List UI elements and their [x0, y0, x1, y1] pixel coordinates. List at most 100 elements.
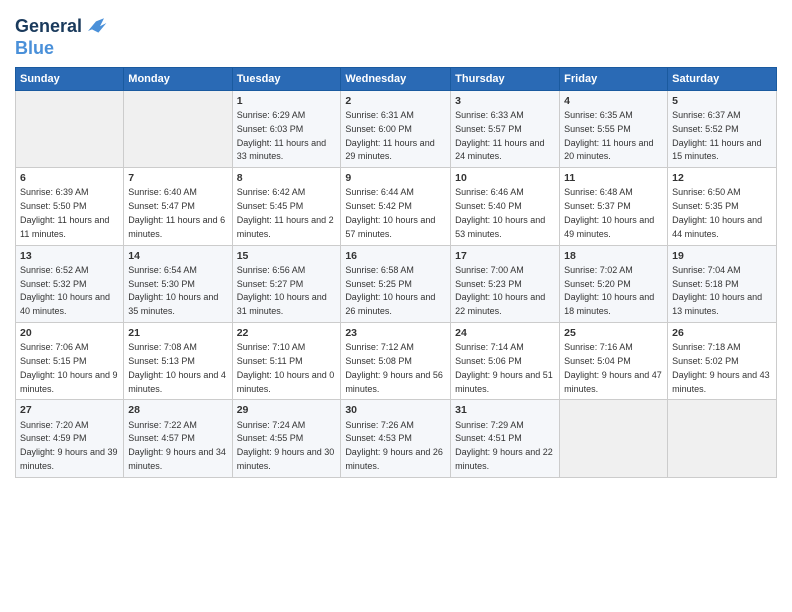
- day-number: 9: [345, 171, 446, 185]
- calendar-cell: 24Sunrise: 7:14 AM Sunset: 5:06 PM Dayli…: [451, 323, 560, 400]
- day-number: 20: [20, 326, 119, 340]
- day-detail: Sunrise: 6:37 AM Sunset: 5:52 PM Dayligh…: [672, 110, 761, 161]
- calendar-cell: 18 Sunrise: 7:02 AM Sunset: 5:20 PM Dayli…: [560, 245, 668, 322]
- calendar-cell: 12 Sunrise: 6:50 AM Sunset: 5:35 PM Dayli…: [668, 168, 777, 245]
- day-number: 17: [455, 249, 555, 263]
- day-number: 15: [237, 249, 337, 263]
- calendar-cell: 28Sunrise: 7:22 AM Sunset: 4:57 PM Dayli…: [124, 400, 232, 477]
- logo-text: General: [15, 17, 82, 37]
- calendar-cell: 11Sunrise: 6:48 AM Sunset: 5:37 PM Dayli…: [560, 168, 668, 245]
- day-number: 22: [237, 326, 337, 340]
- day-detail: Sunrise: 7:00 AM Sunset: 5:23 PM Dayligh…: [455, 265, 545, 316]
- day-detail: Sunrise: 6:35 AM Sunset: 5:55 PM Dayligh…: [564, 110, 653, 161]
- calendar-cell: 20Sunrise: 7:06 AM Sunset: 5:15 PM Dayli…: [16, 323, 124, 400]
- calendar-table: SundayMondayTuesdayWednesdayThursdayFrid…: [15, 67, 777, 478]
- day-detail: Sunrise: 7:20 AM Sunset: 4:59 PM Dayligh…: [20, 420, 118, 471]
- day-detail: Sunrise: 6:33 AM Sunset: 5:57 PM Dayligh…: [455, 110, 544, 161]
- day-number: 21: [128, 326, 227, 340]
- day-detail: Sunrise: 6:52 AM Sunset: 5:32 PM Dayligh…: [20, 265, 110, 316]
- header: General Blue: [15, 10, 777, 59]
- calendar-cell: 23 Sunrise: 7:12 AM Sunset: 5:08 PM Dayli…: [341, 323, 451, 400]
- weekday-header-sunday: Sunday: [16, 67, 124, 90]
- calendar-cell: 15Sunrise: 6:56 AM Sunset: 5:27 PM Dayli…: [232, 245, 341, 322]
- day-detail: Sunrise: 7:18 AM Sunset: 5:02 PM Dayligh…: [672, 342, 770, 393]
- calendar-cell: 19 Sunrise: 7:04 AM Sunset: 5:18 PM Dayli…: [668, 245, 777, 322]
- calendar-cell: 27 Sunrise: 7:20 AM Sunset: 4:59 PM Dayli…: [16, 400, 124, 477]
- calendar-cell: 3Sunrise: 6:33 AM Sunset: 5:57 PM Daylig…: [451, 90, 560, 167]
- day-number: 24: [455, 326, 555, 340]
- logo: General Blue: [15, 15, 108, 59]
- calendar-cell: [124, 90, 232, 167]
- day-detail: Sunrise: 7:29 AM Sunset: 4:51 PM Dayligh…: [455, 420, 553, 471]
- day-number: 29: [237, 403, 337, 417]
- day-detail: Sunrise: 6:39 AM Sunset: 5:50 PM Dayligh…: [20, 187, 109, 238]
- day-detail: Sunrise: 7:02 AM Sunset: 5:20 PM Dayligh…: [564, 265, 654, 316]
- day-number: 8: [237, 171, 337, 185]
- day-number: 6: [20, 171, 119, 185]
- day-number: 16: [345, 249, 446, 263]
- day-detail: Sunrise: 6:44 AM Sunset: 5:42 PM Dayligh…: [345, 187, 435, 238]
- calendar-week-row: 20Sunrise: 7:06 AM Sunset: 5:15 PM Dayli…: [16, 323, 777, 400]
- calendar-cell: 25 Sunrise: 7:16 AM Sunset: 5:04 PM Dayli…: [560, 323, 668, 400]
- calendar-cell: 26 Sunrise: 7:18 AM Sunset: 5:02 PM Dayli…: [668, 323, 777, 400]
- calendar-cell: 31 Sunrise: 7:29 AM Sunset: 4:51 PM Dayli…: [451, 400, 560, 477]
- calendar-week-row: 1 Sunrise: 6:29 AM Sunset: 6:03 PM Daylig…: [16, 90, 777, 167]
- day-number: 18: [564, 249, 663, 263]
- day-number: 26: [672, 326, 772, 340]
- calendar-cell: [16, 90, 124, 167]
- day-number: 7: [128, 171, 227, 185]
- calendar-cell: 9 Sunrise: 6:44 AM Sunset: 5:42 PM Daylig…: [341, 168, 451, 245]
- day-number: 4: [564, 94, 663, 108]
- weekday-header-thursday: Thursday: [451, 67, 560, 90]
- calendar-cell: 1 Sunrise: 6:29 AM Sunset: 6:03 PM Daylig…: [232, 90, 341, 167]
- calendar-cell: [668, 400, 777, 477]
- day-detail: Sunrise: 7:24 AM Sunset: 4:55 PM Dayligh…: [237, 420, 335, 471]
- day-number: 12: [672, 171, 772, 185]
- calendar-cell: 7 Sunrise: 6:40 AM Sunset: 5:47 PM Daylig…: [124, 168, 232, 245]
- logo-blue-text: Blue: [15, 39, 108, 59]
- day-detail: Sunrise: 6:42 AM Sunset: 5:45 PM Dayligh…: [237, 187, 334, 238]
- day-detail: Sunrise: 7:12 AM Sunset: 5:08 PM Dayligh…: [345, 342, 443, 393]
- logo-bird-icon: [84, 15, 108, 39]
- day-number: 25: [564, 326, 663, 340]
- calendar-week-row: 27 Sunrise: 7:20 AM Sunset: 4:59 PM Dayli…: [16, 400, 777, 477]
- day-detail: Sunrise: 6:54 AM Sunset: 5:30 PM Dayligh…: [128, 265, 218, 316]
- weekday-header-friday: Friday: [560, 67, 668, 90]
- day-detail: Sunrise: 7:26 AM Sunset: 4:53 PM Dayligh…: [345, 420, 443, 471]
- day-number: 23: [345, 326, 446, 340]
- day-number: 30: [345, 403, 446, 417]
- calendar-cell: 10Sunrise: 6:46 AM Sunset: 5:40 PM Dayli…: [451, 168, 560, 245]
- calendar-cell: 6 Sunrise: 6:39 AM Sunset: 5:50 PM Daylig…: [16, 168, 124, 245]
- day-number: 2: [345, 94, 446, 108]
- day-detail: Sunrise: 6:58 AM Sunset: 5:25 PM Dayligh…: [345, 265, 435, 316]
- calendar-cell: 2 Sunrise: 6:31 AM Sunset: 6:00 PM Daylig…: [341, 90, 451, 167]
- day-detail: Sunrise: 6:31 AM Sunset: 6:00 PM Dayligh…: [345, 110, 434, 161]
- calendar-cell: 22 Sunrise: 7:10 AM Sunset: 5:11 PM Dayli…: [232, 323, 341, 400]
- calendar-cell: 14Sunrise: 6:54 AM Sunset: 5:30 PM Dayli…: [124, 245, 232, 322]
- calendar-cell: 13Sunrise: 6:52 AM Sunset: 5:32 PM Dayli…: [16, 245, 124, 322]
- weekday-header-monday: Monday: [124, 67, 232, 90]
- day-detail: Sunrise: 6:48 AM Sunset: 5:37 PM Dayligh…: [564, 187, 654, 238]
- day-detail: Sunrise: 6:29 AM Sunset: 6:03 PM Dayligh…: [237, 110, 326, 161]
- weekday-header-wednesday: Wednesday: [341, 67, 451, 90]
- day-detail: Sunrise: 6:40 AM Sunset: 5:47 PM Dayligh…: [128, 187, 225, 238]
- calendar-cell: 8 Sunrise: 6:42 AM Sunset: 5:45 PM Daylig…: [232, 168, 341, 245]
- day-number: 27: [20, 403, 119, 417]
- day-detail: Sunrise: 7:22 AM Sunset: 4:57 PM Dayligh…: [128, 420, 226, 471]
- calendar-cell: 30 Sunrise: 7:26 AM Sunset: 4:53 PM Dayli…: [341, 400, 451, 477]
- day-detail: Sunrise: 7:16 AM Sunset: 5:04 PM Dayligh…: [564, 342, 662, 393]
- weekday-header-row: SundayMondayTuesdayWednesdayThursdayFrid…: [16, 67, 777, 90]
- day-number: 19: [672, 249, 772, 263]
- calendar-week-row: 6 Sunrise: 6:39 AM Sunset: 5:50 PM Daylig…: [16, 168, 777, 245]
- day-number: 5: [672, 94, 772, 108]
- calendar-cell: [560, 400, 668, 477]
- day-detail: Sunrise: 6:46 AM Sunset: 5:40 PM Dayligh…: [455, 187, 545, 238]
- weekday-header-tuesday: Tuesday: [232, 67, 341, 90]
- day-detail: Sunrise: 7:04 AM Sunset: 5:18 PM Dayligh…: [672, 265, 762, 316]
- weekday-header-saturday: Saturday: [668, 67, 777, 90]
- calendar-cell: 16 Sunrise: 6:58 AM Sunset: 5:25 PM Dayli…: [341, 245, 451, 322]
- day-number: 1: [237, 94, 337, 108]
- day-detail: Sunrise: 7:10 AM Sunset: 5:11 PM Dayligh…: [237, 342, 335, 393]
- day-detail: Sunrise: 6:50 AM Sunset: 5:35 PM Dayligh…: [672, 187, 762, 238]
- day-number: 31: [455, 403, 555, 417]
